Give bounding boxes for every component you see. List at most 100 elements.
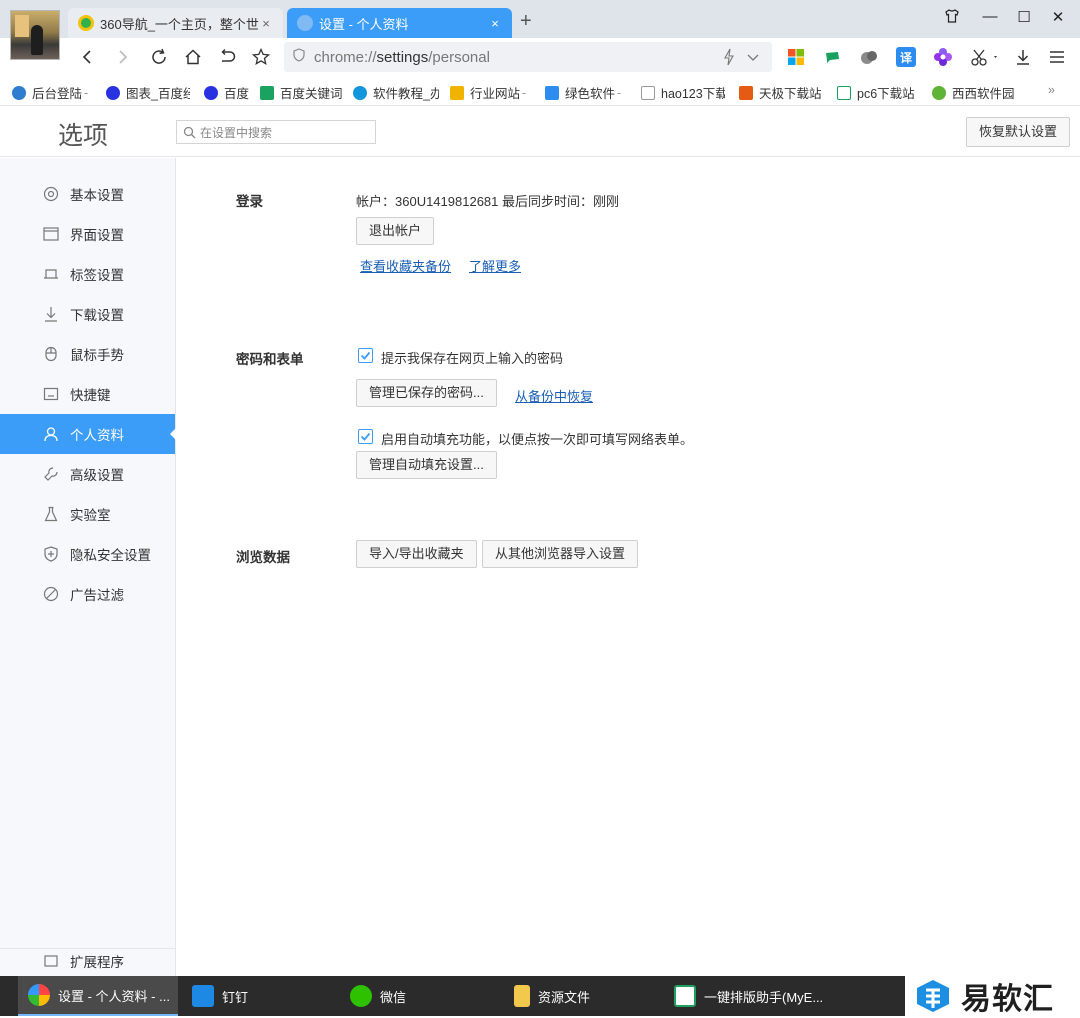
close-window-button[interactable]: ✕ [1048, 8, 1068, 26]
page-icon [641, 85, 655, 100]
scissors-icon[interactable] [968, 47, 1002, 67]
back-button[interactable] [74, 44, 100, 70]
skin-shirt-icon[interactable] [942, 8, 962, 28]
restore-from-backup-link[interactable]: 从备份中恢复 [515, 386, 593, 405]
chat-icon[interactable] [823, 47, 843, 67]
sidebar-item-extensions[interactable]: 扩展程序 [0, 951, 175, 979]
autofill-label: 启用自动填充功能，以便点按一次即可填写网络表单。 [381, 432, 694, 447]
brand-logo-icon [917, 980, 949, 1012]
watermark-logo: 易软汇 [905, 976, 1080, 1016]
star-bookmark-icon[interactable] [248, 44, 274, 70]
forward-button[interactable] [110, 44, 136, 70]
download-icon[interactable] [1013, 47, 1033, 67]
sidebar-item-basic[interactable]: 基本设置 [0, 174, 175, 214]
page-title: 选项 [58, 122, 109, 150]
tab-close-icon[interactable]: × [259, 16, 273, 31]
translate-icon[interactable]: 译 [896, 47, 916, 67]
tab-title: 360导航_一个主页，整个世界 [100, 16, 259, 32]
tab-settings-personal[interactable]: 设置 - 个人资料 × [287, 8, 512, 38]
home-button[interactable] [180, 44, 206, 70]
address-bar[interactable]: chrome://settings/personal [284, 42, 772, 72]
undo-close-tab-button[interactable] [214, 44, 240, 70]
download-icon [42, 305, 60, 323]
autofill-checkbox[interactable] [358, 429, 373, 444]
sidebar-item-adblock[interactable]: 广告过滤 [0, 574, 175, 614]
sidebar-item-interface[interactable]: 界面设置 [0, 214, 175, 254]
settings-search-input[interactable]: 在设置中搜索 [176, 120, 376, 144]
import-other-browser-button[interactable]: 从其他浏览器导入设置 [482, 540, 639, 568]
section-label-login: 登录 [236, 194, 263, 209]
cloud-icon[interactable] [859, 47, 879, 67]
tab-strip: 360导航_一个主页，整个世界 × 设置 - 个人资料 × + — ☐ ✕ [0, 0, 1080, 38]
bookmark-item[interactable]: 天极下载站 [739, 83, 821, 102]
bookmark-item[interactable]: 西西软件园 [932, 83, 1018, 102]
taskbar-item-browser[interactable]: 设置 - 个人资料 - ... [18, 976, 178, 1016]
bookmark-item[interactable]: pc6下载站 [837, 83, 917, 102]
baidu-paw-icon [106, 85, 120, 100]
sidebar-item-privacy[interactable]: 隐私安全设置 [0, 534, 175, 574]
bookmark-item[interactable]: 绿色软件 - [545, 83, 625, 102]
user-icon [42, 425, 60, 443]
shield-icon [292, 48, 306, 66]
tab-360-nav[interactable]: 360导航_一个主页，整个世界 × [68, 8, 283, 38]
bookmark-item[interactable]: 后台登陆 - [12, 83, 96, 102]
sidebar-item-tabs[interactable]: 标签设置 [0, 254, 175, 294]
manage-passwords-button[interactable]: 管理已保存的密码... [356, 379, 497, 407]
bookmark-favicon-icon [450, 85, 464, 100]
new-tab-button[interactable]: + [520, 10, 532, 33]
sidebar-item-personal[interactable]: 个人资料 [0, 414, 176, 454]
extension-icon [42, 951, 60, 969]
maximize-button[interactable]: ☐ [1014, 8, 1034, 26]
bookmark-favicon-icon [545, 85, 559, 100]
restore-defaults-button[interactable]: 恢复默认设置 [966, 117, 1070, 147]
bookmark-item[interactable]: 图表_百度经 [106, 83, 190, 102]
logout-button[interactable]: 退出帐户 [356, 217, 435, 245]
learn-more-link[interactable]: 了解更多 [469, 256, 521, 275]
browser-icon [28, 984, 50, 1006]
sidebar-item-download[interactable]: 下载设置 [0, 294, 175, 334]
bookmark-item[interactable]: 百度 [204, 83, 254, 102]
tab-icon [42, 265, 60, 283]
bookmarks-overflow-button[interactable]: » [1048, 83, 1055, 97]
search-icon [183, 126, 196, 138]
sidebar-item-mouse[interactable]: 鼠标手势 [0, 334, 175, 374]
bookmarks-bar: 后台登陆 - 图表_百度经 百度 百度关键词 软件教程_办 行业网站 - 绿色软件 -… [0, 76, 1080, 106]
account-info: 帐户：360U1419812681 最后同步时间：刚刚 [356, 194, 619, 209]
search-placeholder: 在设置中搜索 [200, 125, 273, 140]
settings-sidebar: 基本设置 界面设置 标签设置 下载设置 鼠标手势 快捷键 个人资料 高级设置 实… [0, 158, 176, 976]
bookmark-item[interactable]: 百度关键词 [260, 83, 342, 102]
sidebar-footer: 扩展程序 [0, 948, 175, 978]
reload-button[interactable] [146, 44, 172, 70]
chevron-down-icon[interactable] [746, 48, 760, 70]
sidebar-item-advanced[interactable]: 高级设置 [0, 454, 175, 494]
baidu-paw-icon [204, 85, 218, 100]
flower-icon[interactable] [933, 47, 953, 67]
bookmark-item[interactable]: 行业网站 - [450, 83, 530, 102]
save-password-label: 提示我保存在网页上输入的密码 [381, 351, 564, 366]
bookmark-item[interactable]: 软件教程_办 [353, 83, 439, 102]
taskbar-item-folder[interactable]: 资源文件 [504, 976, 664, 1016]
tab-close-icon[interactable]: × [488, 16, 502, 31]
taskbar-item-dingtalk[interactable]: 钉钉 [182, 976, 337, 1016]
save-password-checkbox[interactable] [358, 348, 373, 363]
lightning-icon[interactable] [722, 48, 736, 70]
sidebar-item-shortcuts[interactable]: 快捷键 [0, 374, 175, 414]
manage-autofill-button[interactable]: 管理自动填充设置... [356, 451, 497, 479]
minimize-button[interactable]: — [980, 8, 1000, 25]
dingtalk-icon [192, 985, 214, 1007]
bookmark-item[interactable]: hao123下载 [641, 83, 725, 102]
block-icon [42, 585, 60, 603]
menu-icon[interactable] [1047, 47, 1067, 67]
sidebar-item-lab[interactable]: 实验室 [0, 494, 175, 534]
view-bookmark-backup-link[interactable]: 查看收藏夹备份 [360, 256, 451, 275]
apps-grid-icon[interactable] [786, 47, 806, 67]
mouse-icon [42, 345, 60, 363]
flask-icon [42, 505, 60, 523]
taskbar-item-wechat[interactable]: 微信 [340, 976, 500, 1016]
gear-icon [42, 185, 60, 203]
user-avatar[interactable] [10, 10, 60, 60]
wechat-icon [350, 985, 372, 1007]
bookmark-favicon-icon [12, 85, 26, 100]
taskbar-item-myeditor[interactable]: 一键排版助手(MyE... [664, 976, 824, 1016]
import-export-bookmarks-button[interactable]: 导入/导出收藏夹 [356, 540, 477, 568]
